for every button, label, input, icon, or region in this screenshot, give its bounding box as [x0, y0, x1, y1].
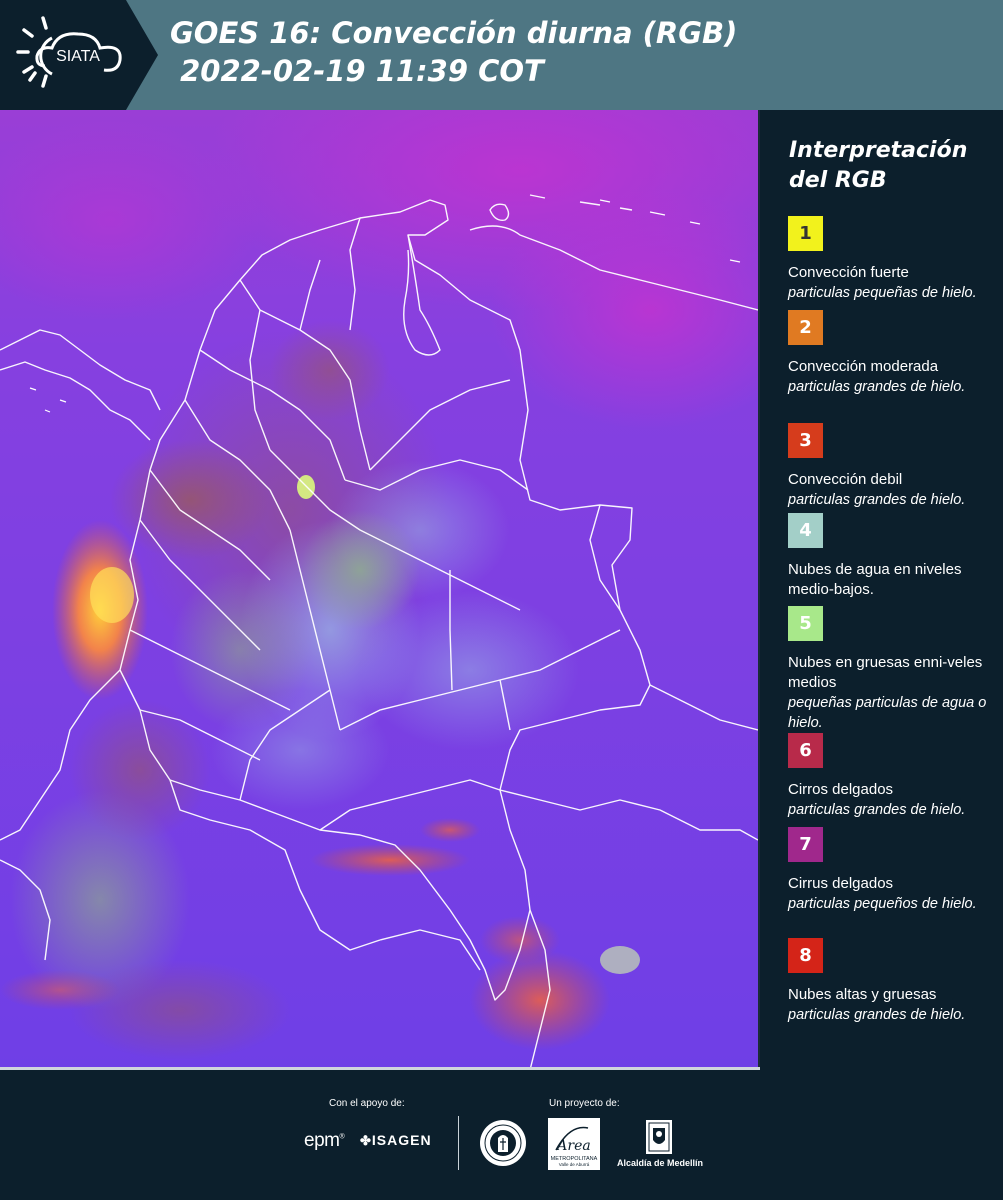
- legend-item-7: 7 Cirrus delgados particulas pequeños de…: [788, 827, 998, 914]
- legend-item-title: Cirros delgados: [788, 781, 894, 798]
- legend-item-4: 4 Nubes de agua en niveles medio-bajos.: [788, 513, 998, 600]
- legend-item-1: 1 Convección fuerte particulas pequeñas …: [788, 216, 998, 303]
- legend-item-title: Cirrus delgados: [788, 875, 894, 892]
- legend-swatch-6: 6: [788, 733, 823, 768]
- legend-item-subtitle: particulas grandes de hielo.: [788, 492, 966, 508]
- alcaldia-medellin-logo[interactable]: Alcaldía de Medellín: [615, 1118, 705, 1168]
- title-line-2: 2022-02-19 11:39 COT: [170, 54, 544, 88]
- legend-swatch-3: 3: [788, 423, 823, 458]
- svg-text:Área: Área: [555, 1136, 590, 1154]
- legend-item-3: 3 Convección debil particulas grandes de…: [788, 423, 998, 510]
- legend-item-title: Convección fuerte: [788, 264, 909, 281]
- header-bar: SIATA GOES 16: Convección diurna (RGB) 2…: [0, 0, 1003, 110]
- alcaldia-shield-icon: [646, 1120, 672, 1154]
- footer-divider: [458, 1116, 459, 1170]
- epm-text: epm: [304, 1130, 340, 1151]
- legend-swatch-5: 5: [788, 606, 823, 641]
- page-title: GOES 16: Convección diurna (RGB) 2022-02…: [170, 14, 737, 90]
- legend-item-title: Convección debil: [788, 471, 903, 488]
- legend-swatch-1: 1: [788, 216, 823, 251]
- project-label: Un proyecto de:: [549, 1098, 620, 1109]
- legend-item-2: 2 Convección moderada particulas grandes…: [788, 310, 998, 397]
- legend-item-subtitle: particulas grandes de hielo.: [788, 379, 966, 395]
- alcaldia-label: Alcaldía de Medellín: [616, 1158, 704, 1168]
- legend-swatch-2: 2: [788, 310, 823, 345]
- isagen-mark-icon: ✤: [360, 1133, 372, 1148]
- legend-swatch-8: 8: [788, 938, 823, 973]
- legend-item-subtitle: pequeñas particulas de agua o hielo.: [788, 695, 987, 731]
- support-label: Con el apoyo de:: [329, 1098, 405, 1109]
- legend-item-subtitle: particulas pequeñas de hielo.: [788, 285, 977, 301]
- medellin-seal-icon[interactable]: [478, 1118, 528, 1168]
- legend-swatch-4: 4: [788, 513, 823, 548]
- satellite-rgb-map[interactable]: [0, 110, 758, 1070]
- siata-logo-graphic: SIATA: [0, 0, 158, 110]
- legend-item-title: Nubes de agua en niveles medio-bajos.: [788, 561, 962, 598]
- legend-item-8: 8 Nubes altas y gruesas particulas grand…: [788, 938, 998, 1025]
- legend-item-subtitle: particulas grandes de hielo.: [788, 802, 966, 818]
- footer-bar: Con el apoyo de: Un proyecto de: epm® ✤I…: [0, 1070, 1003, 1200]
- legend-item-subtitle: particulas grandes de hielo.: [788, 1007, 966, 1023]
- legend-item-title: Nubes en gruesas enni-veles medios: [788, 654, 983, 691]
- legend-title: Interpretación del RGB: [789, 138, 968, 193]
- isagen-text: ISAGEN: [371, 1132, 432, 1148]
- title-line-1: GOES 16: Convección diurna (RGB): [170, 16, 738, 50]
- svg-text:Valle de Aburrá: Valle de Aburrá: [559, 1162, 590, 1167]
- legend-swatch-7: 7: [788, 827, 823, 862]
- legend-item-title: Convección moderada: [788, 358, 939, 375]
- legend-item-title: Nubes altas y gruesas: [788, 986, 937, 1003]
- epm-logo[interactable]: epm®: [304, 1130, 345, 1152]
- legend-item-subtitle: particulas pequeños de hielo.: [788, 896, 977, 912]
- area-metropolitana-logo[interactable]: Área METROPOLITANA Valle de Aburrá: [548, 1118, 600, 1170]
- legend-panel: Interpretación del RGB 1 Convección fuer…: [760, 110, 1003, 1070]
- siata-logo[interactable]: SIATA: [0, 0, 158, 110]
- map-image: [0, 110, 758, 1070]
- legend-item-5: 5 Nubes en gruesas enni-veles medios peq…: [788, 606, 998, 733]
- isagen-logo[interactable]: ✤ISAGEN: [360, 1132, 432, 1149]
- legend-item-6: 6 Cirros delgados particulas grandes de …: [788, 733, 998, 820]
- svg-text:SIATA: SIATA: [56, 48, 100, 65]
